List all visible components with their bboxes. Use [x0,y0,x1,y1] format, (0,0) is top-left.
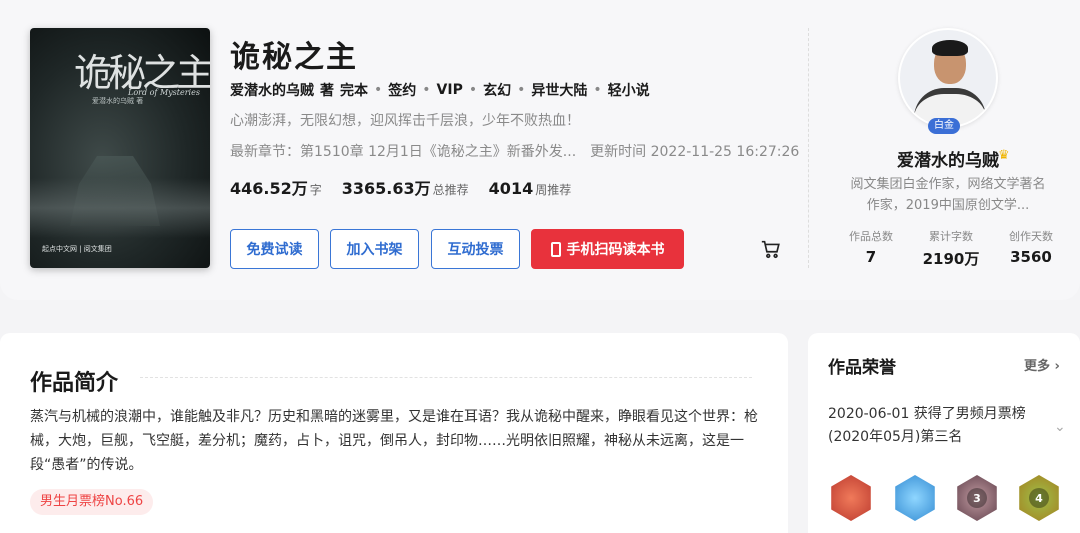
more-link[interactable]: 更多 › [1024,355,1060,374]
tag-subcategory[interactable]: 异世大陆 [531,80,587,100]
header-divider [808,28,809,268]
author-stat-works: 作品总数 7 [849,230,893,266]
intro-card: 作品简介 蒸汽与机械的浪潮中，谁能触及非凡？历史和黑暗的迷雾里，又是谁在耳语？我… [0,333,788,533]
cart-icon[interactable] [760,238,782,260]
tag-signed: 签约 [388,83,417,99]
scan-to-read-button[interactable]: 手机扫码读本书 [531,229,684,269]
avatar[interactable] [898,28,998,128]
author-name[interactable]: 爱潜水的乌贼 [828,146,1068,171]
meta-separator: • [374,82,383,98]
ranking-tag[interactable]: 男生月票榜No.66 [30,489,154,515]
crown-icon: ♛ [998,148,1010,163]
cover-art-fog [30,178,210,238]
stat-total-recommend: 3365.63万 总推荐 [341,179,469,198]
author-stat-days: 创作天数 3560 [1009,230,1053,266]
add-to-shelf-button[interactable]: 加入书架 [330,229,419,269]
meta-separator: • [517,82,526,98]
medal-icon[interactable]: 4 [1019,475,1059,521]
medal-icon[interactable] [895,475,935,521]
author-suffix: 著 [320,83,334,99]
cover-author: 爱潜水的乌贼 著 [92,97,144,105]
vote-button[interactable]: 互动投票 [431,229,520,269]
free-read-button[interactable]: 免费试读 [230,229,319,269]
cover-brand: 起点中文网 | 阅文集团 [42,245,112,253]
book-title: 诡秘之主 [230,40,358,75]
intro-title: 作品简介 [30,371,119,396]
medal-icon[interactable] [831,475,871,521]
intro-divider [140,377,752,378]
stat-word-count: 446.52万字 [230,179,322,198]
chevron-down-icon[interactable]: ⌄ [1054,419,1066,435]
latest-chapter-row: 最新章节：第1510章 12月1日《诡秘之主》新番外发... 更新时间 2022… [230,141,799,161]
medal-icon[interactable]: 3 [957,475,997,521]
meta-separator: • [422,82,431,98]
latest-chapter-link[interactable]: 最新章节：第1510章 12月1日《诡秘之主》新番外发... [230,141,576,161]
tag-vip: VIP [436,82,463,98]
author-stats: 作品总数 7 累计字数 2190万 创作天数 3560 [836,228,1066,269]
meta-separator: • [593,82,602,98]
book-meta: 爱潜水的乌贼 著 完本 • 签约 • VIP • 玄幻 • 异世大陆 • 轻小说 [230,80,650,100]
scan-to-read-label: 手机扫码读本书 [566,242,665,258]
stat-weekly-recommend: 4014 周推荐 [488,179,572,198]
honor-card: 作品荣誉 更多 › 2020-06-01 获得了男频月票榜(2020年05月)第… [808,333,1080,533]
meta-separator: • [468,82,478,98]
author-stat-words: 累计字数 2190万 [922,230,980,268]
avatar-hair [932,40,968,56]
book-slogan: 心潮澎湃，无限幻想，迎风挥击千层浪，少年不败热血！ [230,113,580,129]
honor-title: 作品荣誉 [828,358,896,378]
book-header-card: 诡秘之主 Lord of Mysteries 爱潜水的乌贼 著 起点中文网 | … [0,0,1080,300]
book-cover[interactable]: 诡秘之主 Lord of Mysteries 爱潜水的乌贼 著 起点中文网 | … [30,28,210,268]
tag-category[interactable]: 玄幻 [483,80,511,100]
phone-icon [550,241,561,257]
book-stats: 446.52万字 3365.63万 总推荐 4014 周推荐 [230,175,571,199]
author-link[interactable]: 爱潜水的乌贼 [230,80,314,100]
update-time: 更新时间 2022-11-25 16:27:26 [590,144,800,160]
tag-style: 轻小说 [607,83,650,99]
chevron-right-icon: › [1054,359,1060,374]
platinum-badge: 白金 [928,118,960,134]
author-description: 阅文集团白金作家，网络文学著名作家，2019中国原创文学... [850,177,1046,213]
intro-text: 蒸汽与机械的浪潮中，谁能触及非凡？历史和黑暗的迷雾里，又是谁在耳语？我从诡秘中醒… [30,409,758,473]
tag-status: 完本 [340,83,368,99]
honor-item: 2020-06-01 获得了男频月票榜(2020年05月)第三名 [828,406,1026,445]
